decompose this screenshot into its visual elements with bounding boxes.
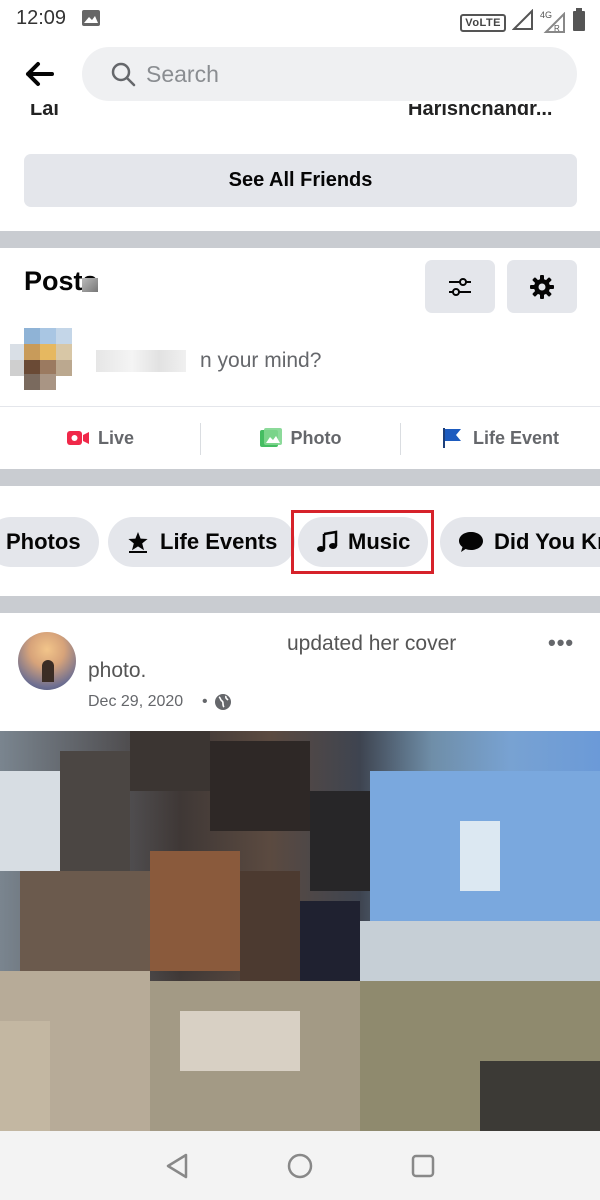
search-input[interactable]: Search (82, 47, 577, 101)
live-label: Live (97, 427, 135, 448)
friend-name[interactable]: Harishchandr... (408, 104, 553, 120)
chip-photos[interactable]: Photos (0, 517, 99, 567)
composer-text-redaction (96, 350, 186, 372)
posts-title-redaction (82, 278, 98, 292)
action-divider (200, 423, 201, 455)
composer-actions: Live Photo Life Event (0, 407, 600, 469)
circle-home-icon (287, 1153, 313, 1179)
photo-label: Photo (290, 427, 342, 448)
search-icon (110, 61, 136, 92)
photo-button[interactable]: Photo (200, 407, 400, 469)
back-arrow-icon (26, 62, 54, 86)
photo-icon (259, 428, 282, 447)
music-highlight-annotation (291, 510, 434, 574)
battery-icon (572, 8, 586, 37)
chip-did-you-know[interactable]: Did You Kn (440, 517, 600, 567)
section-divider (0, 469, 600, 486)
chip-did-you-know-label: Did You Kn (494, 529, 600, 554)
post-author-avatar[interactable] (18, 632, 76, 690)
action-divider (400, 423, 401, 455)
gallery-notification-icon (82, 10, 100, 31)
chip-life-events[interactable]: Life Events (108, 517, 296, 567)
nav-back-button[interactable] (162, 1151, 192, 1181)
chip-photos-label: Photos (6, 529, 81, 554)
system-navigation-bar (0, 1131, 600, 1200)
flag-icon (442, 428, 461, 448)
see-all-friends-button[interactable]: See All Friends (24, 154, 577, 207)
post-more-button[interactable]: ••• (548, 630, 574, 656)
friend-name[interactable]: Lal (30, 104, 59, 120)
roaming-label: R (554, 23, 560, 33)
nav-recents-button[interactable] (408, 1151, 438, 1181)
post-settings-button[interactable] (507, 260, 577, 313)
sliders-icon (449, 277, 471, 296)
nav-home-button[interactable] (285, 1151, 315, 1181)
volte-badge: VoLTE (460, 13, 506, 32)
status-bar: 12:09 VoLTE 4G R (0, 0, 600, 36)
triangle-back-icon (166, 1153, 188, 1179)
network-signal-icon: 4G R (540, 10, 566, 34)
profile-avatar-redacted[interactable] (10, 328, 74, 390)
live-video-icon (66, 431, 89, 445)
status-icons: VoLTE 4G R (460, 8, 586, 37)
chip-life-events-label: Life Events (160, 529, 278, 554)
live-button[interactable]: Live (0, 407, 200, 469)
post-headline: updated her cover (287, 632, 457, 655)
filter-posts-button[interactable] (425, 260, 495, 313)
gear-icon (530, 274, 554, 299)
top-bar: Search (0, 36, 600, 110)
post-meta-separator: • (202, 693, 208, 710)
cover-photo-image[interactable] (0, 731, 600, 1133)
composer-prompt[interactable]: n your mind? (200, 349, 321, 373)
post-headline-continued: photo. (88, 659, 147, 682)
section-divider (0, 596, 600, 613)
square-recents-icon (411, 1154, 435, 1178)
signal-icon (511, 8, 534, 36)
life-event-button[interactable]: Life Event (400, 407, 600, 469)
post-date[interactable]: Dec 29, 2020 (88, 693, 183, 711)
life-event-label: Life Event (472, 427, 560, 448)
back-button[interactable] (22, 56, 58, 92)
section-divider (0, 231, 600, 248)
status-time: 12:09 (16, 7, 67, 29)
friend-names-strip: Lal Harishchandr... (0, 104, 600, 120)
speech-bubble-icon (459, 532, 483, 552)
star-icon (128, 532, 148, 553)
globe-icon (214, 693, 232, 716)
search-placeholder: Search (146, 61, 219, 87)
